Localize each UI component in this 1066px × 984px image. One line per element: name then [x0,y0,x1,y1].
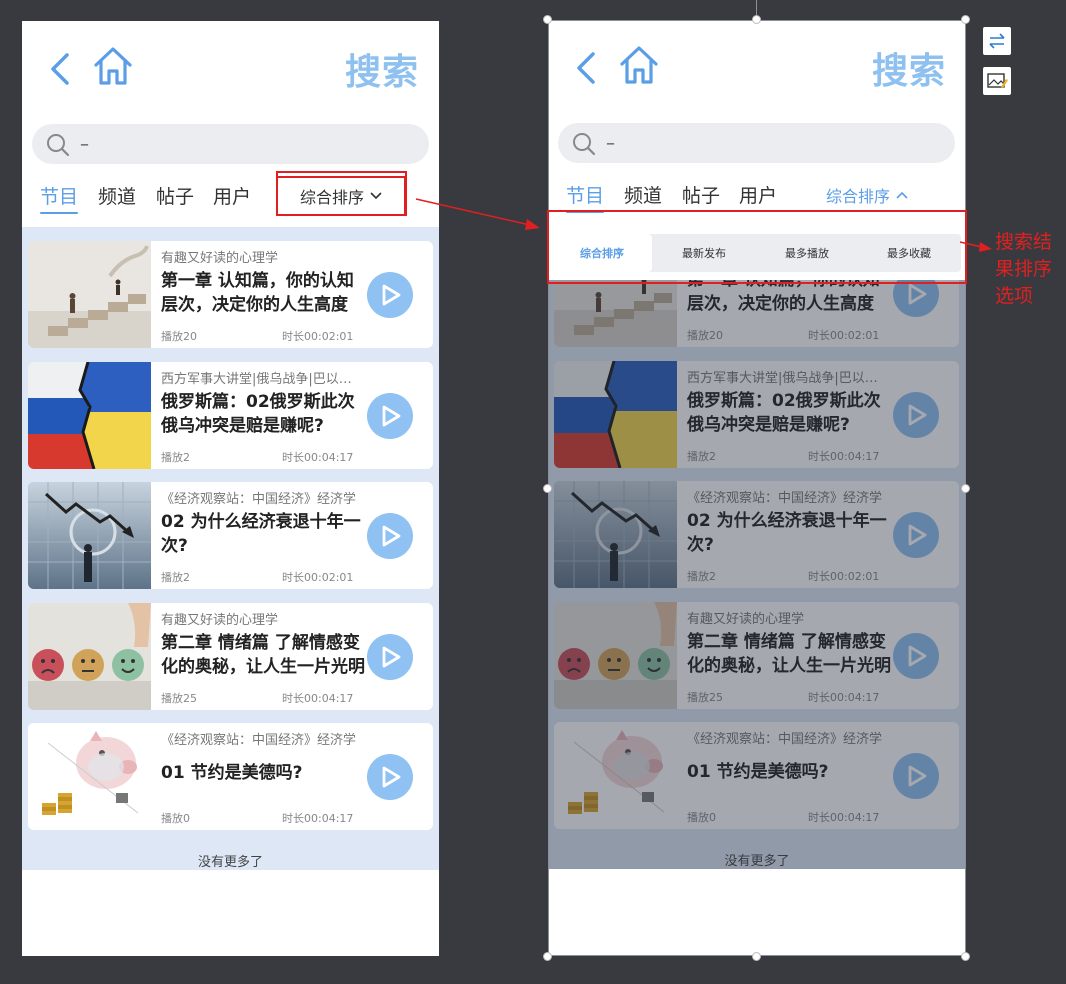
annotation-note: 搜索结果排序选项 [995,231,1053,307]
annotation-arrows [415,198,992,252]
